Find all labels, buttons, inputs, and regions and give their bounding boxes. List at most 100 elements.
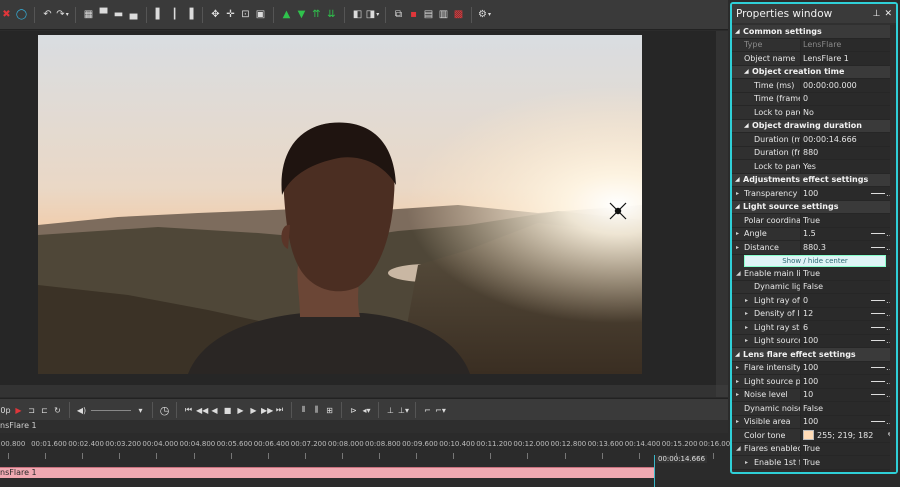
value-slider-icon[interactable] (871, 421, 885, 423)
collapse-icon[interactable]: ◢ (735, 351, 740, 358)
expand-icon[interactable]: ▸ (736, 418, 739, 425)
volume-icon[interactable]: ◀) (76, 406, 87, 415)
collapse-icon[interactable]: ◢ (736, 445, 741, 452)
marker-icon[interactable]: ⊳ (348, 406, 359, 415)
timeline-tab[interactable]: nsFlare 1 (0, 421, 37, 430)
property-row[interactable]: ▸ Light source powe100… (732, 375, 896, 389)
move-down-icon[interactable]: ▼ (295, 8, 308, 21)
property-value[interactable]: 880 (800, 146, 896, 159)
crop-icon[interactable]: ⊞ (324, 406, 335, 415)
property-row[interactable]: Polar coordinatesTrue (732, 214, 896, 228)
mask-icon[interactable]: ⧉ (392, 8, 405, 21)
video-preview[interactable] (38, 35, 642, 374)
gear-icon[interactable]: ⚙ (478, 8, 491, 21)
go-end-icon[interactable]: ⏭ (274, 405, 285, 415)
snap-menu-icon[interactable]: ⊥▾ (398, 406, 409, 415)
collapse-icon[interactable]: ◢ (736, 270, 741, 277)
section-header[interactable]: ◢ Adjustments effect settings (732, 173, 896, 187)
property-value[interactable]: True (800, 267, 896, 280)
property-value[interactable]: 100… (800, 415, 896, 428)
next-frame-icon[interactable]: ▶ (248, 406, 259, 415)
expand-icon[interactable]: ▸ (736, 364, 739, 371)
property-value[interactable]: 255; 219; 182✎ (800, 429, 896, 442)
value-slider-icon[interactable] (871, 326, 885, 328)
property-row[interactable]: ▸ Angle 1.5… (732, 227, 896, 241)
prev-frame-icon[interactable]: ◀ (209, 406, 220, 415)
timeline-clip[interactable] (0, 467, 654, 478)
record-icon[interactable]: ▶ (13, 406, 24, 415)
align-center-icon[interactable]: ┃ (168, 8, 181, 21)
property-value[interactable]: 00:00:00.000 (800, 79, 896, 92)
collapse-icon[interactable]: ◢ (744, 122, 749, 129)
expand-icon[interactable]: ▸ (736, 190, 739, 197)
property-value[interactable]: 100… (800, 375, 896, 388)
marker-menu-icon[interactable]: ◂▾ (361, 406, 372, 415)
redo-icon[interactable]: ↷ (56, 8, 69, 21)
property-value[interactable]: 880.3… (800, 241, 896, 254)
property-row[interactable]: ▸ Light ray offset0… (732, 294, 896, 308)
value-slider-icon[interactable] (871, 313, 885, 315)
property-value[interactable]: False (800, 402, 896, 415)
value-slider-icon[interactable] (871, 299, 885, 301)
loop-icon[interactable]: ↻ (52, 406, 63, 415)
property-row[interactable]: Dynamic light raFalse (732, 280, 896, 294)
move-up-icon[interactable]: ▲ (280, 8, 293, 21)
property-value[interactable]: 00:00:14.666 (800, 133, 896, 146)
section-header[interactable]: ◢ Lens flare effect settings (732, 348, 896, 362)
stretch-both-icon[interactable]: ✛ (224, 8, 237, 21)
pin-icon[interactable]: ⊥ (873, 9, 881, 19)
circle-icon[interactable]: ◯ (15, 8, 28, 21)
value-slider-icon[interactable] (871, 192, 885, 194)
property-row[interactable]: Duration (frame880 (732, 146, 896, 160)
property-value[interactable]: True (800, 442, 896, 455)
color-swatch[interactable] (803, 430, 814, 441)
align-middle-icon[interactable]: ▬ (112, 8, 125, 21)
section-header[interactable]: ◢ Common settings (732, 25, 896, 39)
property-value[interactable]: No (800, 106, 896, 119)
select-all-icon[interactable]: ▦ (82, 8, 95, 21)
value-slider-icon[interactable] (871, 367, 885, 369)
expand-icon[interactable]: ▸ (736, 244, 739, 251)
property-row[interactable]: Type LensFlare (732, 38, 896, 52)
property-value[interactable]: 10… (800, 388, 896, 401)
move-top-icon[interactable]: ⇈ (310, 8, 323, 21)
property-row[interactable]: ▸ Flare intensity100… (732, 361, 896, 375)
property-row[interactable]: ▸ Light source size100… (732, 334, 896, 348)
collapse-icon[interactable]: ◢ (735, 28, 740, 35)
property-row[interactable]: ▸ Light ray streng6… (732, 321, 896, 335)
stop-icon[interactable]: ■ (222, 406, 233, 415)
property-value[interactable]: 12… (800, 307, 896, 320)
move-bottom-icon[interactable]: ⇊ (325, 8, 338, 21)
expand-icon[interactable]: ▸ (745, 337, 748, 344)
property-row[interactable]: Lock to parent oNo (732, 106, 896, 120)
property-row[interactable]: ▸ Density of light12… (732, 307, 896, 321)
preview-horizontal-scrollbar[interactable] (0, 385, 716, 397)
properties-scrollbar[interactable] (890, 25, 896, 472)
align-right-icon[interactable]: ▐ (183, 8, 196, 21)
fill-icon[interactable]: ▣ (254, 8, 267, 21)
align-left-icon[interactable]: ▌ (153, 8, 166, 21)
stretch-horizontal-icon[interactable]: ✥ (209, 8, 222, 21)
safe-area-icon[interactable]: ▩ (452, 8, 465, 21)
mask-remove-icon[interactable]: ▪ (407, 8, 420, 21)
value-slider-icon[interactable] (871, 340, 885, 342)
expand-icon[interactable]: ▸ (745, 310, 748, 317)
property-row[interactable]: ▸Enable 1st flareTrue (732, 456, 896, 470)
delete-icon[interactable]: ✖ (0, 8, 13, 21)
collapse-icon[interactable]: ◢ (735, 176, 740, 183)
go-start-icon[interactable]: ⏮ (183, 405, 194, 415)
preview-vertical-scrollbar[interactable] (716, 31, 728, 385)
align-bottom-icon[interactable]: ▄ (127, 8, 140, 21)
property-row[interactable]: Color tone 255; 219; 182✎ (732, 429, 896, 443)
property-row[interactable]: ▸ Noise level 10… (732, 388, 896, 402)
property-row[interactable]: Object name LensFlare 1 (732, 52, 896, 66)
collapse-icon[interactable]: ◢ (735, 203, 740, 210)
property-row[interactable]: ▸ Transparency (%)100… (732, 187, 896, 201)
split-icon[interactable]: ⫴ (298, 405, 309, 415)
timeline-ruler[interactable] (0, 434, 728, 464)
property-row[interactable]: ▸ Distance 880.3… (732, 241, 896, 255)
property-value[interactable]: 6… (800, 321, 896, 334)
property-row[interactable]: Duration (ms)00:00:14.666 (732, 133, 896, 147)
property-value[interactable]: 1.5… (800, 227, 896, 240)
property-value[interactable]: True (800, 214, 896, 227)
